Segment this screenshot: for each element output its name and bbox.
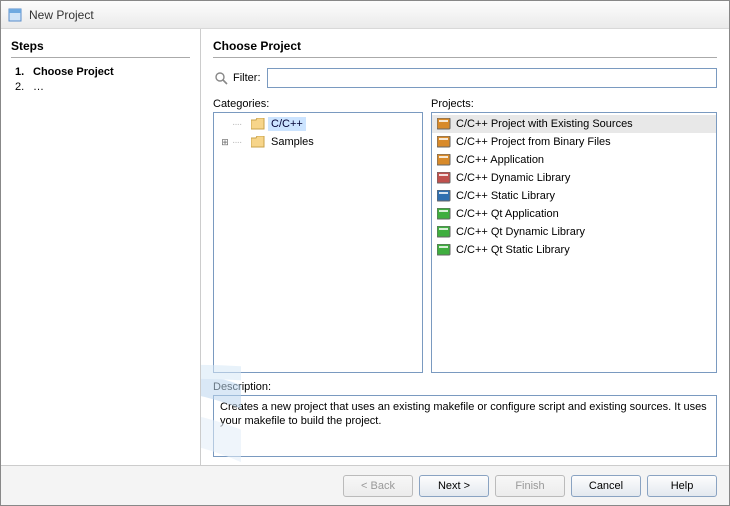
categories-label: Categories: (213, 98, 423, 110)
lists-row: Categories: ···· C/C++ ⊞···· Samples Projec… (213, 98, 717, 373)
tree-connector: ···· (232, 119, 250, 130)
project-item[interactable]: C/C++ Qt Dynamic Library (432, 223, 716, 241)
categories-column: Categories: ···· C/C++ ⊞···· Samples (213, 98, 423, 373)
content-area: Steps 1.Choose Project2.… Choose Project… (1, 29, 729, 465)
finish-button[interactable]: Finish (495, 475, 565, 497)
projects-column: Projects: C/C++ Project with Existing So… (431, 98, 717, 373)
project-icon (436, 225, 452, 239)
folder-icon (250, 135, 266, 149)
project-item[interactable]: C/C++ Project from Binary Files (432, 133, 716, 151)
filter-input[interactable] (267, 68, 718, 88)
description-label: Description: (213, 381, 717, 393)
project-label: C/C++ Qt Dynamic Library (456, 226, 585, 238)
project-label: C/C++ Dynamic Library (456, 172, 570, 184)
projects-listbox[interactable]: C/C++ Project with Existing Sources C/C++… (431, 112, 717, 373)
app-icon (7, 7, 23, 23)
project-label: C/C++ Project with Existing Sources (456, 118, 633, 130)
project-label: C/C++ Application (456, 154, 544, 166)
project-label: C/C++ Qt Static Library (456, 244, 570, 256)
project-icon (436, 135, 452, 149)
step-item: 1.Choose Project (15, 66, 190, 78)
folder-icon (250, 117, 266, 131)
project-item[interactable]: C/C++ Application (432, 151, 716, 169)
category-label: Samples (268, 135, 317, 149)
cancel-button[interactable]: Cancel (571, 475, 641, 497)
category-item[interactable]: ⊞···· Samples (214, 133, 422, 151)
expand-icon[interactable]: ⊞ (218, 137, 232, 148)
description-block: Description: Creates a new project that … (213, 381, 717, 457)
steps-pane: Steps 1.Choose Project2.… (1, 29, 201, 465)
description-text: Creates a new project that uses an exist… (220, 401, 707, 427)
step-label: … (33, 81, 44, 93)
project-item[interactable]: C/C++ Project with Existing Sources (432, 115, 716, 133)
button-bar: < Back Next > Finish Cancel Help (1, 465, 729, 505)
next-button[interactable]: Next > (419, 475, 489, 497)
step-item: 2.… (15, 81, 190, 93)
main-pane: Choose Project Filter: Categories: ···· C… (201, 29, 729, 465)
category-label: C/C++ (268, 117, 306, 131)
project-item[interactable]: C/C++ Dynamic Library (432, 169, 716, 187)
project-label: C/C++ Qt Application (456, 208, 559, 220)
project-item[interactable]: C/C++ Qt Static Library (432, 241, 716, 259)
window-title: New Project (29, 8, 94, 22)
steps-list: 1.Choose Project2.… (11, 66, 190, 93)
tree-connector: ···· (232, 137, 250, 148)
back-button[interactable]: < Back (343, 475, 413, 497)
step-number: 2. (15, 81, 33, 93)
project-icon (436, 153, 452, 167)
step-label: Choose Project (33, 66, 114, 78)
steps-heading: Steps (11, 39, 190, 58)
search-icon (213, 70, 229, 86)
project-item[interactable]: C/C++ Qt Application (432, 205, 716, 223)
filter-label: Filter: (233, 72, 261, 84)
categories-listbox[interactable]: ···· C/C++ ⊞···· Samples (213, 112, 423, 373)
project-icon (436, 189, 452, 203)
project-icon (436, 171, 452, 185)
project-icon (436, 243, 452, 257)
project-item[interactable]: C/C++ Static Library (432, 187, 716, 205)
new-project-wizard: New Project Steps 1.Choose Project2.… Ch… (0, 0, 730, 506)
project-label: C/C++ Static Library (456, 190, 555, 202)
filter-row: Filter: (213, 68, 717, 88)
main-heading: Choose Project (213, 39, 717, 58)
step-number: 1. (15, 66, 33, 78)
project-label: C/C++ Project from Binary Files (456, 136, 611, 148)
help-button[interactable]: Help (647, 475, 717, 497)
category-item[interactable]: ···· C/C++ (214, 115, 422, 133)
description-box: Creates a new project that uses an exist… (213, 395, 717, 457)
projects-label: Projects: (431, 98, 717, 110)
project-icon (436, 117, 452, 131)
titlebar[interactable]: New Project (1, 1, 729, 29)
project-icon (436, 207, 452, 221)
